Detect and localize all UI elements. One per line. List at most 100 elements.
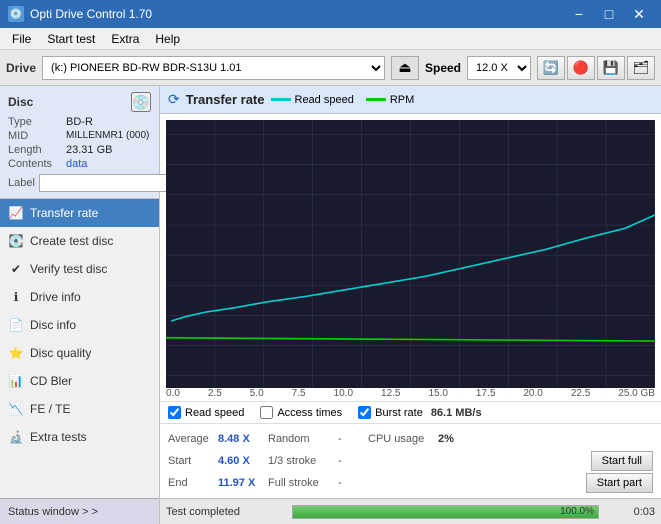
status-text: Test completed — [166, 506, 286, 518]
nav-transfer-rate[interactable]: 📈 Transfer rate — [0, 199, 159, 227]
disc-length-label: Length — [8, 144, 66, 156]
full-stroke-label: Full stroke — [268, 477, 338, 489]
disc-mid-value: MILLENMR1 (000) — [66, 130, 149, 142]
menu-extra[interactable]: Extra — [103, 30, 147, 48]
progress-label: 100.0% — [560, 506, 594, 518]
fe-te-icon: 📉 — [8, 401, 24, 417]
burst-rate-checkbox-label: Burst rate — [375, 407, 423, 419]
start-part-button[interactable]: Start part — [586, 473, 653, 493]
full-stroke-value: - — [338, 477, 368, 489]
read-speed-legend-color — [271, 98, 291, 101]
maximize-button[interactable]: □ — [595, 3, 623, 25]
app-icon: 💿 — [8, 6, 24, 22]
record-button[interactable]: 🔴 — [567, 56, 595, 80]
end-label: End — [168, 477, 218, 489]
nav-create-test-disc[interactable]: 💽 Create test disc — [0, 227, 159, 255]
1-3-stroke-value: - — [338, 455, 368, 467]
disc-mid-label: MID — [8, 130, 66, 142]
chart-header: ⟳ Transfer rate Read speed RPM — [160, 86, 661, 114]
save2-button[interactable]: 🗂 — [627, 56, 655, 80]
stats-row-end: End 11.97 X Full stroke - Start part — [168, 472, 653, 494]
disc-label-label: Label — [8, 177, 35, 189]
x-axis-labels: 0.0 2.5 5.0 7.5 10.0 12.5 15.0 17.5 20.0… — [160, 388, 661, 401]
rpm-legend-label: RPM — [390, 94, 414, 106]
stats-area: Average 8.48 X Random - CPU usage 2% Sta… — [160, 423, 661, 498]
average-label: Average — [168, 433, 218, 445]
nav-drive-info[interactable]: ℹ Drive info — [0, 283, 159, 311]
nav-verify-test-disc[interactable]: ✔ Verify test disc — [0, 255, 159, 283]
eject-button[interactable]: ⏏ — [391, 56, 419, 80]
average-value: 8.48 X — [218, 433, 268, 445]
start-value: 4.60 X — [218, 455, 268, 467]
minimize-button[interactable]: − — [565, 3, 593, 25]
cpu-usage-label: CPU usage — [368, 433, 438, 445]
save-button[interactable]: 💾 — [597, 56, 625, 80]
nav-cd-bler-label: CD Bler — [30, 374, 72, 388]
chart-wrapper: 18× 16× 14× 12× 10× 8× 6× 4× 2× — [160, 114, 661, 388]
menu-start-test[interactable]: Start test — [39, 30, 103, 48]
disc-type-label: Type — [8, 116, 66, 128]
status-window-label: Status window > > — [8, 506, 98, 518]
chart-title: Transfer rate — [186, 92, 265, 107]
drive-info-icon: ℹ — [8, 289, 24, 305]
disc-type-value: BD-R — [66, 116, 93, 128]
start-full-button[interactable]: Start full — [591, 451, 653, 471]
status-window-button[interactable]: Status window > > — [0, 498, 159, 524]
random-value: - — [338, 433, 368, 445]
disc-contents-label: Contents — [8, 158, 66, 170]
title-bar: 💿 Opti Drive Control 1.70 − □ ✕ — [0, 0, 661, 28]
refresh-button[interactable]: 🔄 — [537, 56, 565, 80]
extra-tests-icon: 🔬 — [8, 429, 24, 445]
nav-drive-info-label: Drive info — [30, 290, 81, 304]
disc-contents-value[interactable]: data — [66, 158, 87, 170]
burst-rate-checkbox[interactable] — [358, 406, 371, 419]
1-3-stroke-label: 1/3 stroke — [268, 455, 338, 467]
cd-bler-icon: 📊 — [8, 373, 24, 389]
progress-bar: 100.0% — [292, 505, 599, 519]
stats-row-average: Average 8.48 X Random - CPU usage 2% — [168, 428, 653, 450]
menu-bar: File Start test Extra Help — [0, 28, 661, 50]
nav-disc-quality[interactable]: ⭐ Disc quality — [0, 339, 159, 367]
menu-help[interactable]: Help — [147, 30, 188, 48]
random-label: Random — [268, 433, 338, 445]
nav-verify-test-disc-label: Verify test disc — [30, 262, 107, 276]
speed-select[interactable]: 12.0 X ↓ — [467, 56, 531, 80]
drive-label: Drive — [6, 61, 36, 75]
legend: Read speed RPM — [271, 94, 415, 106]
nav-extra-tests[interactable]: 🔬 Extra tests — [0, 423, 159, 451]
disc-info-icon: 📄 — [8, 317, 24, 333]
nav-disc-info[interactable]: 📄 Disc info — [0, 311, 159, 339]
rpm-legend-color — [366, 98, 386, 101]
disc-panel: Disc 💿 Type BD-R MID MILLENMR1 (000) Len… — [0, 86, 159, 199]
progress-bar-fill — [293, 506, 598, 518]
access-times-checkbox-label: Access times — [277, 407, 342, 419]
nav-disc-info-label: Disc info — [30, 318, 76, 332]
access-times-checkbox[interactable] — [260, 406, 273, 419]
read-speed-checkbox-label: Read speed — [185, 407, 244, 419]
nav-fe-te-label: FE / TE — [30, 402, 70, 416]
nav-transfer-rate-label: Transfer rate — [30, 206, 98, 220]
chart-controls: Read speed Access times Burst rate 86.1 … — [160, 401, 661, 423]
nav-cd-bler[interactable]: 📊 CD Bler — [0, 367, 159, 395]
disc-length-value: 23.31 GB — [66, 144, 112, 156]
end-value: 11.97 X — [218, 477, 268, 489]
close-button[interactable]: ✕ — [625, 3, 653, 25]
burst-rate-value: 86.1 MB/s — [431, 407, 482, 419]
bottom-bar: Test completed 100.0% 0:03 — [160, 498, 661, 524]
drive-select[interactable]: (k:) PIONEER BD-RW BDR-S13U 1.01 — [42, 56, 385, 80]
sidebar: Disc 💿 Type BD-R MID MILLENMR1 (000) Len… — [0, 86, 160, 524]
menu-file[interactable]: File — [4, 30, 39, 48]
nav-disc-quality-label: Disc quality — [30, 346, 91, 360]
nav-extra-tests-label: Extra tests — [30, 430, 87, 444]
transfer-rate-icon: 📈 — [8, 205, 24, 221]
nav-fe-te[interactable]: 📉 FE / TE — [0, 395, 159, 423]
disc-title: Disc — [8, 95, 33, 109]
nav-create-test-disc-label: Create test disc — [30, 234, 113, 248]
drive-bar: Drive (k:) PIONEER BD-RW BDR-S13U 1.01 ⏏… — [0, 50, 661, 86]
disc-image-button[interactable]: 💿 — [131, 92, 151, 112]
chart-spin-icon: ⟳ — [168, 91, 180, 108]
read-speed-checkbox[interactable] — [168, 406, 181, 419]
main-layout: Disc 💿 Type BD-R MID MILLENMR1 (000) Len… — [0, 86, 661, 524]
verify-test-disc-icon: ✔ — [8, 261, 24, 277]
stats-row-start: Start 4.60 X 1/3 stroke - Start full — [168, 450, 653, 472]
